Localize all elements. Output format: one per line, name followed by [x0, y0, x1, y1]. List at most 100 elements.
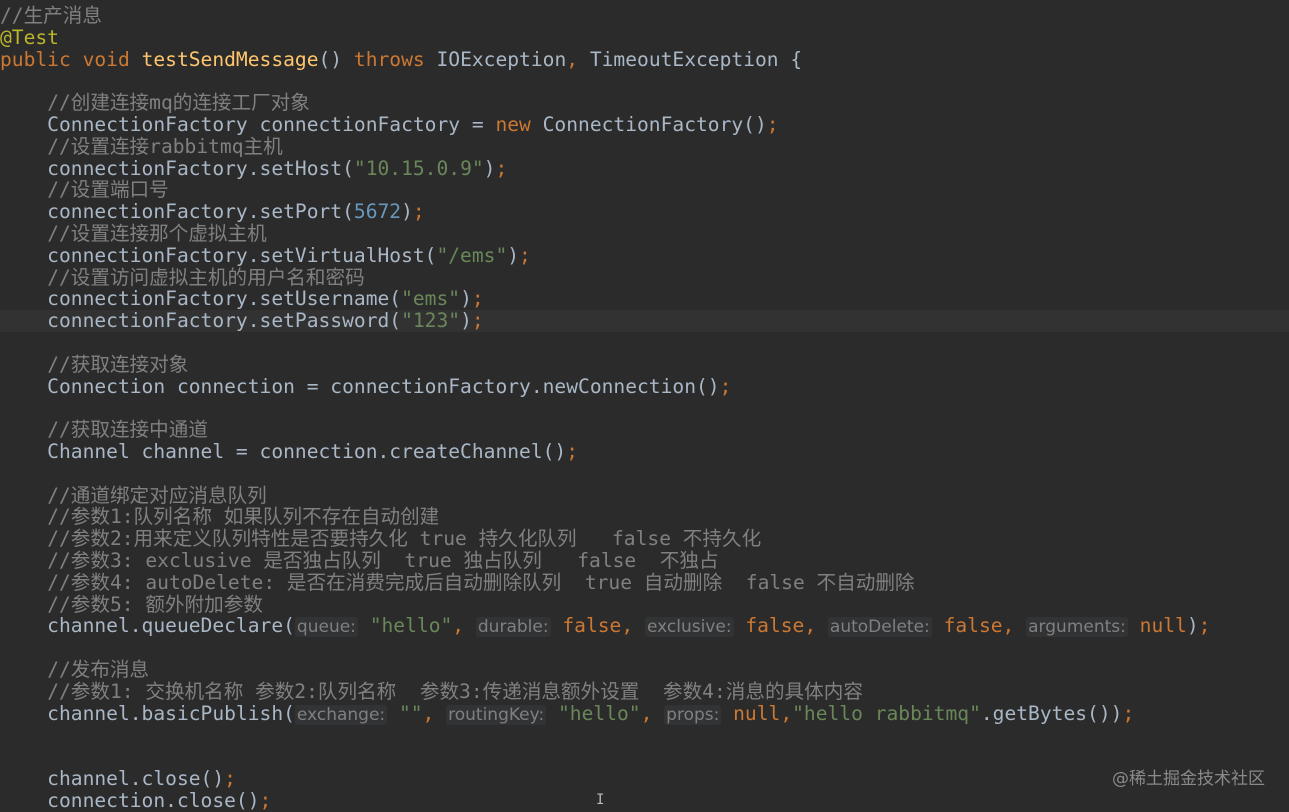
code-line[interactable]: //参数5: 额外附加参数 — [0, 592, 1289, 616]
code-line[interactable]: connectionFactory.setPassword("123"); — [0, 310, 1289, 332]
code-token: //设置访问虚拟主机的用户名和密码 — [47, 265, 365, 289]
code-line[interactable]: //参数1:队列名称 如果队列不存在自动创建 — [0, 506, 1289, 528]
code-token: //参数2:用来定义队列特性是否要持久化 true 持久化队列 false 不持… — [47, 527, 762, 551]
code-line[interactable]: channel.close(); — [0, 766, 1289, 790]
code-line[interactable]: public void testSendMessage() throws IOE… — [0, 47, 1289, 71]
code-token: channel.basicPublish( — [0, 701, 295, 725]
code-line[interactable]: //参数3: exclusive 是否独占队列 true 独占队列 false … — [0, 550, 1289, 572]
code-token: //参数5: 额外附加参数 — [47, 592, 263, 616]
code-line[interactable]: //参数1: 交换机名称 参数2:队列名称 参数3:传递消息额外设置 参数4:消… — [0, 679, 1289, 703]
code-token: throws — [353, 47, 437, 71]
parameter-hint: exclusive: — [644, 617, 734, 638]
code-token: Channel channel = connection.createChann… — [0, 439, 567, 463]
code-token: //生产消息 — [0, 4, 102, 27]
code-token: ; — [519, 243, 531, 267]
code-token: //参数1: 交换机名称 参数2:队列名称 参数3:传递消息额外设置 参数4:消… — [47, 679, 863, 703]
code-line[interactable] — [0, 637, 1289, 659]
code-token: ) — [507, 243, 520, 267]
code-line[interactable]: //设置连接rabbitmq主机 — [0, 135, 1289, 158]
code-token: "123" — [401, 309, 461, 333]
code-token: ; — [1198, 614, 1211, 638]
code-token: ; — [719, 374, 732, 398]
code-token: IOException — [436, 47, 567, 71]
code-token: , — [804, 614, 828, 638]
code-line[interactable]: //设置访问虚拟主机的用户名和密码 — [0, 265, 1289, 289]
code-token: connectionFactory.setPassword( — [0, 309, 402, 333]
code-line[interactable]: connectionFactory.setUsername("ems"); — [0, 288, 1289, 310]
code-line[interactable]: ConnectionFactory connectionFactory = ne… — [0, 114, 1289, 136]
code-line[interactable] — [0, 463, 1289, 485]
code-token: //获取连接对象 — [47, 352, 189, 376]
code-line[interactable]: //生产消息 — [0, 5, 1289, 27]
code-line[interactable]: @Test — [0, 26, 1289, 49]
code-token: connectionFactory.setPort( — [0, 200, 354, 224]
code-editor[interactable]: //生产消息 @Test public void testSendMessage()… — [0, 5, 1289, 812]
code-token: null — [1139, 614, 1187, 638]
code-token: ) — [460, 309, 472, 333]
code-line[interactable]: //设置端口号 — [0, 179, 1289, 201]
code-line[interactable] — [0, 332, 1289, 354]
code-line[interactable]: //获取连接中通道 — [0, 419, 1289, 441]
code-line[interactable]: Channel channel = connection.createChann… — [0, 441, 1289, 463]
code-token: ; — [259, 788, 272, 812]
code-line[interactable]: Connection connection = connectionFactor… — [0, 374, 1289, 398]
code-line[interactable] — [0, 724, 1289, 746]
code-line[interactable]: //通道绑定对应消息队列 — [0, 483, 1289, 507]
code-line[interactable]: //参数2:用来定义队列特性是否要持久化 true 持久化队列 false 不持… — [0, 528, 1289, 550]
code-line[interactable]: //获取连接对象 — [0, 352, 1289, 376]
code-token: false — [943, 614, 1003, 638]
code-token: ) — [483, 156, 496, 180]
code-token: ConnectionFactory connectionFactory = — [0, 112, 496, 136]
code-token: //参数1:队列名称 如果队列不存在自动创建 — [47, 505, 440, 529]
parameter-hint: queue: — [294, 617, 358, 638]
code-line[interactable]: channel.queueDeclare(queue: "hello", dur… — [0, 614, 1289, 638]
code-token: connectionFactory.setUsername( — [0, 287, 402, 311]
parameter-hint: exchange: — [294, 704, 388, 725]
code-token: //设置端口号 — [47, 178, 169, 202]
parameter-hint: props: — [664, 704, 722, 725]
code-line[interactable]: channel.basicPublish(exchange: "", routi… — [0, 701, 1289, 725]
code-line[interactable]: //发布消息 — [0, 659, 1289, 681]
code-token: channel.close() — [0, 766, 225, 790]
code-token: TimeoutException { — [589, 47, 803, 71]
code-line[interactable] — [0, 746, 1289, 768]
code-line[interactable]: connectionFactory.setVirtualHost("/ems")… — [0, 243, 1289, 267]
code-token: ; — [1122, 701, 1135, 725]
code-line[interactable] — [0, 397, 1289, 419]
parameter-hint: durable: — [475, 617, 551, 638]
code-line[interactable]: connectionFactory.setPort(5672); — [0, 201, 1289, 223]
code-token: false — [745, 614, 805, 638]
code-token: Connection connection = connectionFactor… — [0, 374, 720, 398]
parameter-hint: routingKey: — [446, 704, 547, 725]
code-token: "10.15.0.9" — [353, 156, 484, 180]
watermark: @稀土掘金技术社区 — [1112, 769, 1265, 789]
code-token: null — [733, 701, 781, 725]
code-token: , — [621, 614, 645, 638]
code-token: "/ems" — [436, 243, 508, 267]
code-line[interactable]: //参数4: autoDelete: 是否在消费完成后自动删除队列 true 自… — [0, 571, 1289, 594]
code-token: connectionFactory.setHost( — [0, 156, 354, 180]
code-token: 5672 — [353, 200, 402, 224]
code-token: , — [422, 701, 447, 725]
code-token: channel.queueDeclare( — [0, 614, 295, 638]
code-line[interactable]: //设置连接那个虚拟主机 — [0, 223, 1289, 245]
code-token: ; — [495, 156, 508, 180]
code-token: ; — [471, 309, 484, 333]
code-line[interactable]: connectionFactory.setHost("10.15.0.9"); — [0, 156, 1289, 180]
code-token: "" — [398, 701, 423, 725]
code-token: //通道绑定对应消息队列 — [47, 483, 267, 507]
code-line[interactable]: //创建连接mq的连接工厂对象 — [0, 92, 1289, 114]
code-line[interactable]: connection.close(); — [0, 788, 1289, 812]
code-line[interactable] — [0, 70, 1289, 92]
code-token: , — [780, 701, 793, 725]
